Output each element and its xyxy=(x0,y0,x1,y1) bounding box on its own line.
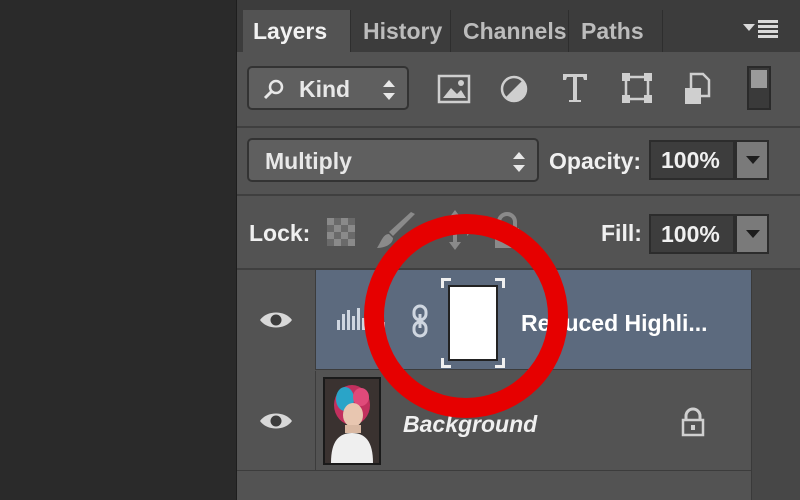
fill-label: Fill: xyxy=(601,220,642,246)
tab-history[interactable]: History xyxy=(353,10,451,52)
layer-visibility-toggle[interactable] xyxy=(237,371,316,471)
tab-channels[interactable]: Channels xyxy=(453,10,569,52)
levels-histogram-icon xyxy=(337,308,385,330)
filter-row: Kind xyxy=(237,52,800,126)
spinner-arrows-icon xyxy=(513,152,525,172)
layers-scrollbar[interactable] xyxy=(751,270,800,500)
panel-tab-bar: Layers History Channels Paths xyxy=(237,0,800,52)
layer-visibility-toggle[interactable] xyxy=(237,270,316,370)
lock-label: Lock: xyxy=(249,220,311,246)
blend-mode-dropdown[interactable]: Multiply xyxy=(247,138,539,182)
panel-menu-icon[interactable] xyxy=(743,18,781,42)
opacity-input[interactable]: 100% xyxy=(649,140,735,180)
layer-image-thumbnail[interactable] xyxy=(323,377,381,465)
filter-kind-label: Kind xyxy=(299,76,351,102)
layer-row-reduced-highlights[interactable]: Reduced Highli... xyxy=(237,270,751,370)
lock-transparent-pixels-icon[interactable] xyxy=(327,218,355,246)
layer-row-background[interactable]: Background xyxy=(237,371,751,471)
fill-dropdown-button[interactable] xyxy=(735,214,769,254)
shape-layer-filter-icon[interactable] xyxy=(621,72,653,104)
lock-image-pixels-brush-icon[interactable] xyxy=(377,212,417,250)
adjustment-layer-filter-icon[interactable] xyxy=(499,74,529,104)
smart-object-filter-icon[interactable] xyxy=(683,72,711,106)
opacity-dropdown-button[interactable] xyxy=(735,140,769,180)
fill-input[interactable]: 100% xyxy=(649,214,735,254)
blend-mode-label: Multiply xyxy=(265,148,352,174)
eye-icon xyxy=(260,413,292,429)
opacity-label: Opacity: xyxy=(549,148,642,174)
spinner-arrows-icon xyxy=(383,80,395,100)
layers-panel: Layers History Channels Paths Kind Multi… xyxy=(236,0,800,500)
blend-row: Multiply Opacity: 100% xyxy=(237,128,800,194)
search-icon xyxy=(263,79,284,100)
filter-kind-dropdown[interactable]: Kind xyxy=(247,66,409,110)
filter-toggle-switch[interactable] xyxy=(747,66,771,110)
tab-paths[interactable]: Paths xyxy=(571,10,663,52)
tab-layers[interactable]: Layers xyxy=(243,10,351,52)
lock-row: Lock: Fill: 100% xyxy=(237,196,800,268)
pixel-layer-filter-icon[interactable] xyxy=(437,74,471,104)
type-layer-filter-icon[interactable] xyxy=(561,72,589,104)
lock-position-move-icon[interactable] xyxy=(437,210,473,250)
layer-locked-icon xyxy=(681,407,705,437)
layer-mask-link-icon[interactable] xyxy=(411,304,429,338)
document-canvas-area xyxy=(0,0,236,500)
eye-icon xyxy=(260,312,292,328)
layer-mask-thumbnail[interactable] xyxy=(441,278,505,368)
lock-all-icon[interactable] xyxy=(493,212,521,250)
layer-name[interactable]: Reduced Highli... xyxy=(521,310,708,337)
layer-name[interactable]: Background xyxy=(403,411,537,438)
